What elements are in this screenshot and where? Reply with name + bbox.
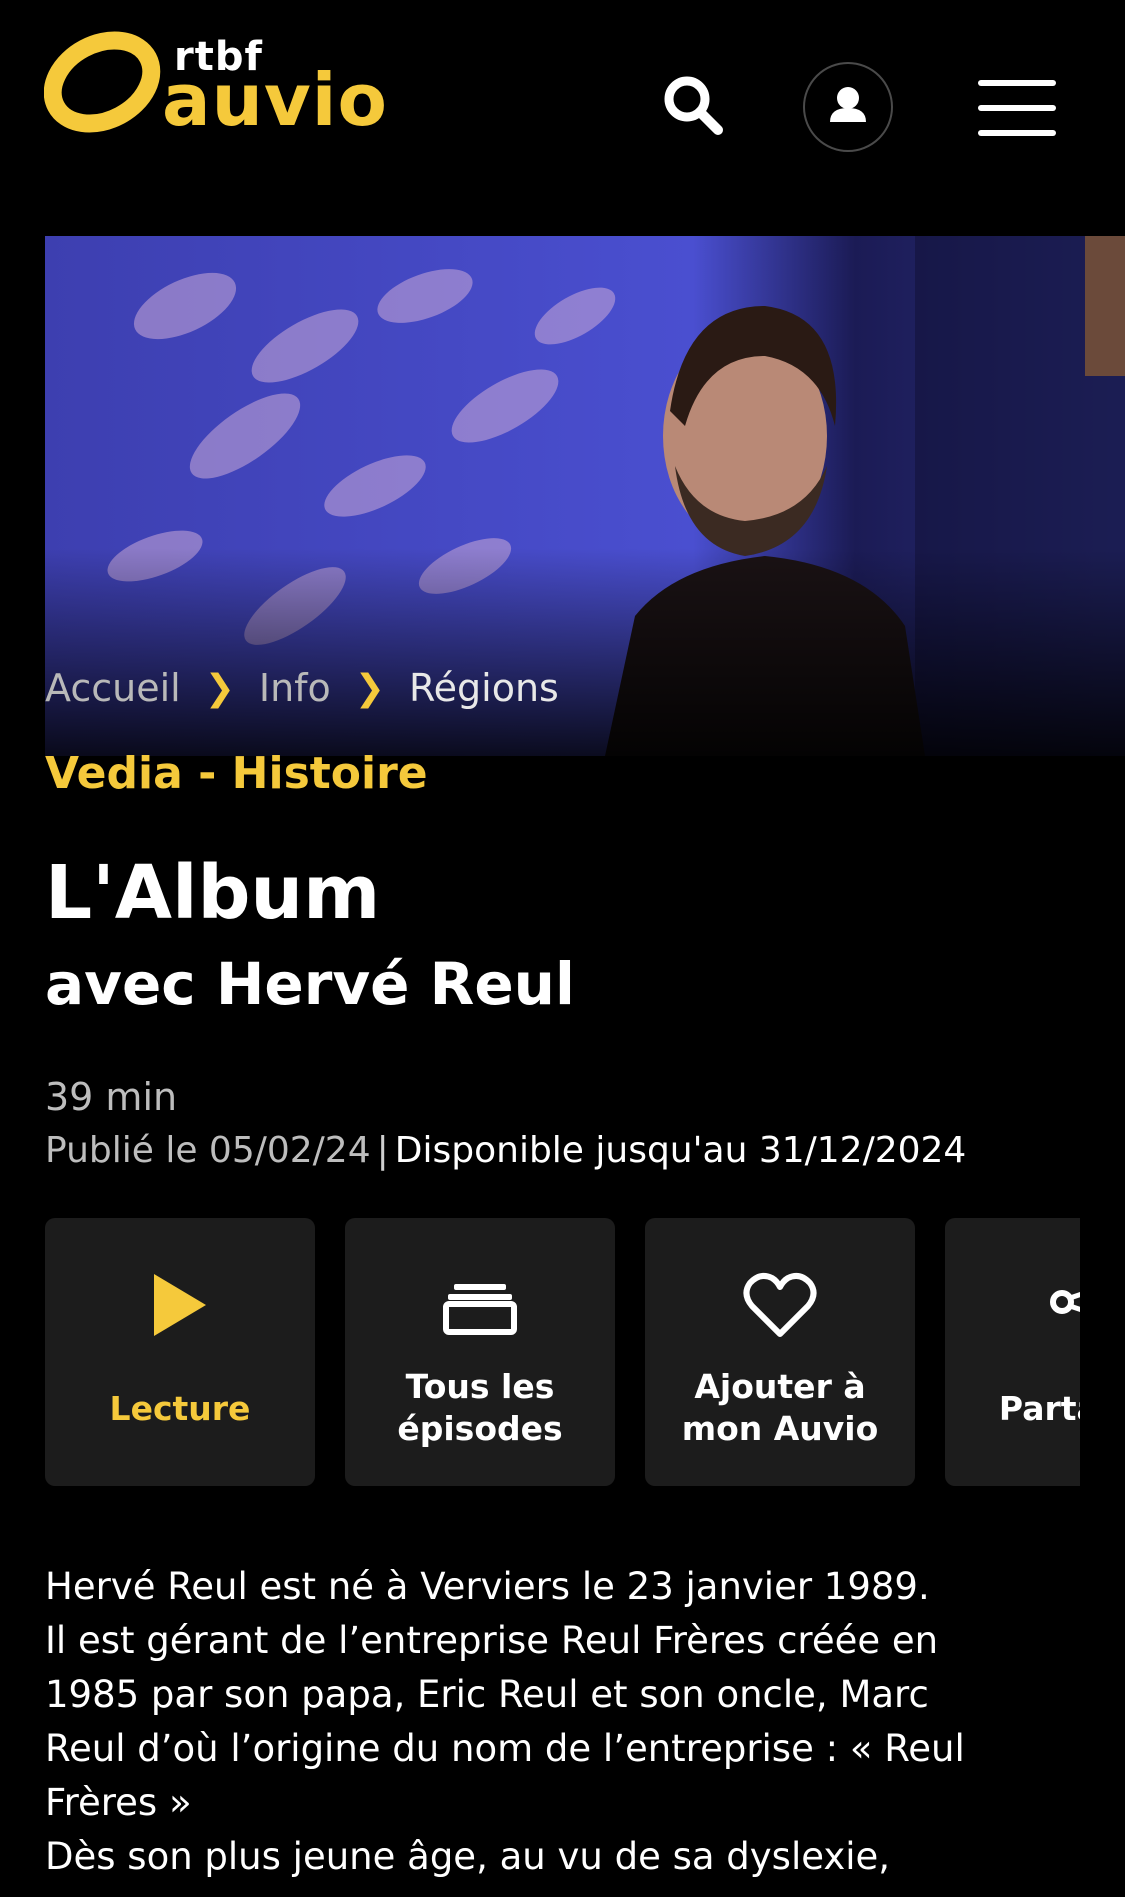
published-date: Publié le 05/02/24	[45, 1130, 371, 1171]
breadcrumb: Accueil ❯ Info ❯ Régions	[45, 660, 559, 716]
add-label-line2: mon Auvio	[681, 1409, 879, 1448]
rtbf-auvio-logo[interactable]: rtbf auvio	[44, 28, 404, 138]
action-tiles: Lecture Tous les épisodes Ajouter à mon …	[45, 1218, 1080, 1486]
play-icon	[154, 1274, 206, 1336]
breadcrumb-regions[interactable]: Régions	[409, 666, 559, 710]
user-icon	[830, 87, 866, 122]
description-line: Hervé Reul est né à Verviers le 23 janvi…	[45, 1565, 930, 1608]
search-icon	[664, 76, 723, 135]
chevron-right-icon: ❯	[204, 667, 235, 709]
account-button[interactable]	[803, 62, 893, 152]
description-line: Frères »	[45, 1781, 192, 1824]
page: rtbf auvio Accueil ❯ Info ❯ Régions Vedi…	[0, 0, 1125, 1897]
page-subtitle: avec Hervé Reul	[45, 950, 575, 1018]
description-line: Il est gérant de l’entreprise Reul Frère…	[45, 1619, 939, 1662]
share-icon	[1050, 1290, 1080, 1314]
play-label: Lecture	[109, 1389, 251, 1428]
logo-auvio-text: auvio	[162, 58, 388, 142]
episodes-label-line2: épisodes	[397, 1409, 563, 1448]
page-title: L'Album	[45, 850, 381, 936]
description-line: Reul d’où l’origine du nom de l’entrepri…	[45, 1727, 965, 1770]
menu-icon-bar	[978, 130, 1056, 136]
chevron-right-icon: ❯	[354, 667, 385, 709]
description-line: Dès son plus jeune âge, au vu de sa dysl…	[45, 1835, 891, 1878]
logo-ring-icon	[44, 31, 161, 133]
breadcrumb-info[interactable]: Info	[259, 666, 331, 710]
episode-description: Hervé Reul est né à Verviers le 23 janvi…	[45, 1560, 1085, 1884]
all-episodes-button[interactable]: Tous les épisodes	[345, 1218, 615, 1486]
add-to-my-auvio-button[interactable]: Ajouter à mon Auvio	[645, 1218, 915, 1486]
share-button[interactable]: Partager	[945, 1218, 1080, 1486]
share-label: Partager	[998, 1389, 1080, 1428]
program-link[interactable]: Vedia - Histoire	[45, 748, 428, 799]
episodes-icon	[443, 1284, 517, 1335]
episodes-label-line1: Tous les	[405, 1367, 555, 1406]
heart-icon	[743, 1272, 817, 1337]
date-info: Publié le 05/02/24 | Disponible jusqu'au 3…	[45, 1130, 966, 1171]
breadcrumb-home[interactable]: Accueil	[45, 666, 181, 710]
top-header: rtbf auvio	[0, 0, 1125, 220]
duration: 39 min	[45, 1075, 178, 1119]
add-label-line1: Ajouter à	[694, 1367, 866, 1406]
description-line: 1985 par son papa, Eric Reul et son oncl…	[45, 1673, 929, 1716]
menu-button[interactable]	[978, 80, 1056, 136]
availability-date: Disponible jusqu'au 31/12/2024	[394, 1130, 967, 1171]
date-separator: |	[376, 1130, 389, 1171]
search-button[interactable]	[660, 72, 726, 138]
menu-icon-bar	[978, 105, 1056, 111]
play-button[interactable]: Lecture	[45, 1218, 315, 1486]
menu-icon	[978, 80, 1056, 86]
